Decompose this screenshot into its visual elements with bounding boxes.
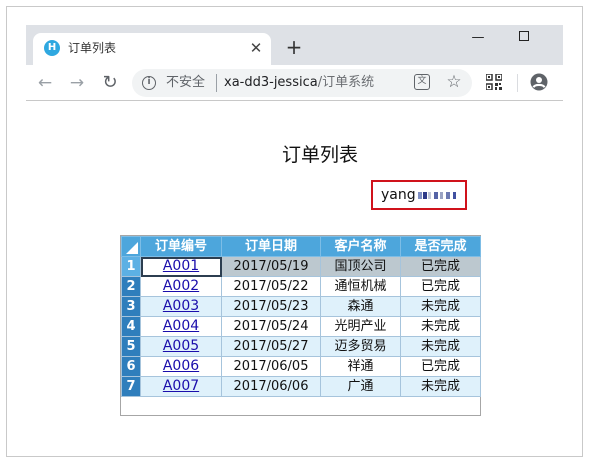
order-date-cell[interactable]: 2017/06/05 [221, 356, 321, 377]
table-row[interactable]: 4 A004 2017/05/24 光明产业 未完成 [121, 316, 481, 337]
page-title: 订单列表 [281, 144, 358, 166]
bookmark-star-icon[interactable]: ☆ [444, 71, 464, 93]
insecure-label[interactable]: 不安全 [166, 75, 205, 91]
row-number[interactable]: 2 [121, 276, 141, 297]
translate-icon[interactable]: 文 [414, 74, 430, 90]
back-button[interactable]: ← [34, 72, 56, 94]
address-divider [216, 74, 217, 92]
order-id-cell[interactable]: A002 [140, 276, 222, 297]
user-name: yang [381, 187, 416, 203]
url-path: /订单系统 [317, 75, 375, 90]
table-row[interactable]: 1 A001 2017/05/19 国顶公司 已完成 [121, 256, 481, 277]
url-host: xa-dd3-jessica [224, 75, 318, 90]
table-row[interactable]: 2 A002 2017/05/22 通恒机械 已完成 [121, 276, 481, 297]
reload-button[interactable]: ↻ [99, 72, 121, 94]
table-row[interactable]: 7 A007 2017/06/06 广通 未完成 [121, 376, 481, 397]
new-tab-button[interactable]: + [284, 36, 304, 58]
corner-triangle-icon [126, 242, 138, 254]
status-cell[interactable]: 已完成 [400, 256, 481, 277]
column-header-order-date[interactable]: 订单日期 [221, 236, 321, 257]
row-number[interactable]: 6 [121, 356, 141, 377]
order-id-cell[interactable]: A001 [140, 256, 222, 277]
column-header-customer[interactable]: 客户名称 [320, 236, 401, 257]
order-id-cell[interactable]: A007 [140, 376, 222, 397]
order-id-cell[interactable]: A004 [140, 316, 222, 337]
order-date-cell[interactable]: 2017/05/23 [221, 296, 321, 317]
maximize-icon [519, 31, 529, 41]
order-id-cell[interactable]: A005 [140, 336, 222, 357]
window-minimize-button[interactable]: — [463, 28, 493, 48]
qr-code-icon[interactable] [486, 74, 502, 90]
site-favicon-icon: H [44, 40, 60, 56]
status-cell[interactable]: 未完成 [400, 296, 481, 317]
tab-close-icon[interactable]: ✕ [248, 39, 264, 57]
status-cell[interactable]: 未完成 [400, 336, 481, 357]
order-table: 订单编号 订单日期 客户名称 是否完成 1 A001 2017/05/19 国顶… [121, 236, 481, 397]
row-number[interactable]: 4 [121, 316, 141, 337]
toolbar-divider [517, 74, 518, 92]
status-cell[interactable]: 未完成 [400, 316, 481, 337]
order-link[interactable]: A006 [163, 358, 199, 374]
order-link[interactable]: A005 [163, 338, 199, 354]
customer-cell[interactable]: 迈多贸易 [320, 336, 401, 357]
order-link[interactable]: A004 [163, 318, 199, 334]
customer-cell[interactable]: 通恒机械 [320, 276, 401, 297]
order-id-cell[interactable]: A003 [140, 296, 222, 317]
site-info-icon[interactable]: i [142, 76, 156, 90]
order-link[interactable]: A002 [163, 278, 199, 294]
tab-title: 订单列表 [68, 41, 117, 55]
customer-cell[interactable]: 光明产业 [320, 316, 401, 337]
order-date-cell[interactable]: 2017/05/24 [221, 316, 321, 337]
customer-cell[interactable]: 森通 [320, 296, 401, 317]
table-row[interactable]: 6 A006 2017/06/05 祥通 已完成 [121, 356, 481, 377]
table-header-row: 订单编号 订单日期 客户名称 是否完成 [121, 236, 481, 257]
column-header-order-id[interactable]: 订单编号 [140, 236, 222, 257]
status-cell[interactable]: 未完成 [400, 376, 481, 397]
url-text[interactable]: xa-dd3-jessica/订单系统 [224, 74, 374, 92]
order-date-cell[interactable]: 2017/05/22 [221, 276, 321, 297]
order-date-cell[interactable]: 2017/05/27 [221, 336, 321, 357]
customer-cell[interactable]: 国顶公司 [320, 256, 401, 277]
order-link[interactable]: A003 [163, 298, 199, 314]
order-date-cell[interactable]: 2017/06/06 [221, 376, 321, 397]
redacted-user-detail [418, 192, 458, 200]
table-row[interactable]: 3 A003 2017/05/23 森通 未完成 [121, 296, 481, 317]
order-id-cell[interactable]: A006 [140, 356, 222, 377]
status-cell[interactable]: 已完成 [400, 356, 481, 377]
status-cell[interactable]: 已完成 [400, 276, 481, 297]
account-icon[interactable] [530, 73, 548, 91]
order-date-cell[interactable]: 2017/05/19 [221, 256, 321, 277]
customer-cell[interactable]: 广通 [320, 376, 401, 397]
select-all-corner[interactable] [121, 236, 141, 257]
table-row[interactable]: 5 A005 2017/05/27 迈多贸易 未完成 [121, 336, 481, 357]
order-link[interactable]: A007 [163, 378, 199, 394]
order-link[interactable]: A001 [163, 258, 199, 274]
customer-cell[interactable]: 祥通 [320, 356, 401, 377]
row-number[interactable]: 3 [121, 296, 141, 317]
column-header-status[interactable]: 是否完成 [400, 236, 481, 257]
row-number[interactable]: 5 [121, 336, 141, 357]
row-number[interactable]: 1 [121, 256, 141, 277]
forward-button[interactable]: → [66, 72, 88, 94]
row-number[interactable]: 7 [121, 376, 141, 397]
